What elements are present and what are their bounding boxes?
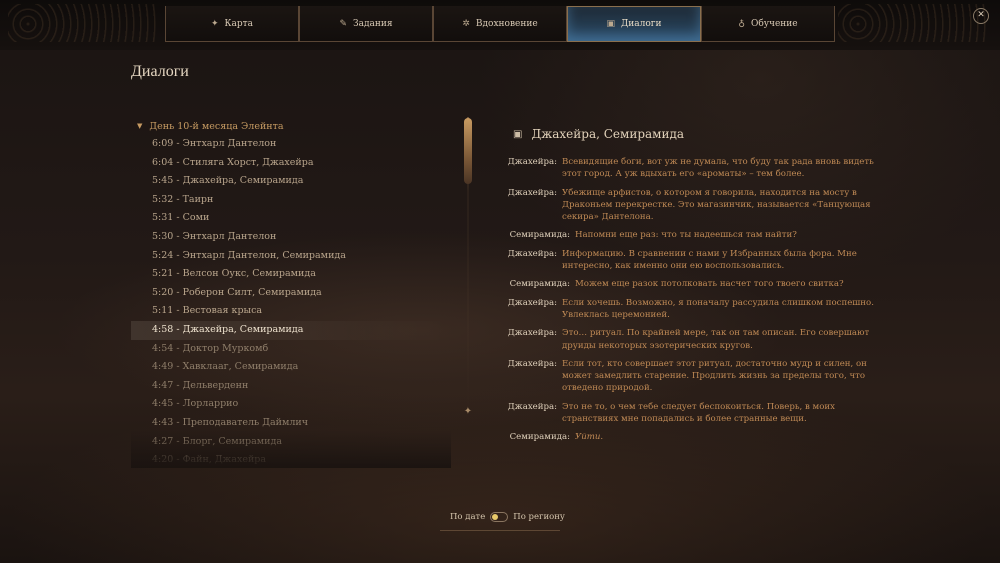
sort-by-region-label[interactable]: По региону (513, 512, 565, 522)
speaker-name: Семирамида: (509, 230, 570, 241)
tab-label: Задания (352, 18, 393, 29)
close-icon[interactable]: ✕ (973, 8, 989, 24)
line-text: Если хочешь. Возможно, я поначалу рассуд… (562, 297, 874, 320)
speaker-name: Джахейра: (507, 187, 557, 198)
day-group-header[interactable]: ▼ День 10-й месяца Элейнта (131, 117, 451, 135)
inspiration-icon: ✲ (462, 18, 470, 29)
speaker-name: Джахейра: (507, 358, 557, 369)
dialogue-entry[interactable]: 5:45 - Джахейра, Семирамида (131, 172, 451, 191)
nav-tabs: ✦ Карта ✎ Задания ✲ Вдохновение ▣ Диалог… (165, 6, 835, 46)
dialogue-entry[interactable]: 4:27 - Блорг, Семирамида (131, 433, 451, 452)
tab-map[interactable]: ✦ Карта (165, 6, 299, 42)
tab-label: Карта (224, 18, 253, 29)
dialogue-icon: ▣ (513, 128, 523, 140)
line-text: Напомни еще раз: что ты надеешься там на… (575, 230, 797, 241)
speaker-name: Джахейра: (507, 157, 557, 167)
dialogue-entry[interactable]: 4:49 - Хавклааг, Семирамида (131, 358, 451, 377)
dialogue-transcript: Джахейра: Всевидящие боги, вот уж не дума… (505, 156, 875, 450)
dialogue-entry[interactable]: 4:54 - Доктор Муркомб (131, 340, 451, 359)
speaker-name: Джахейра: (507, 328, 557, 339)
line-text: Всевидящие боги, вот уж не думала, что б… (562, 157, 874, 180)
dialogue-entry[interactable]: 6:04 - Стилягa Хорст, Джахейра (131, 154, 451, 173)
line-text: Можем еще разок потолковать насчет того … (575, 279, 844, 290)
tab-dialogues[interactable]: ▣ Диалоги (567, 6, 701, 42)
scrollbar-thumb[interactable] (464, 118, 472, 184)
speaker-name: Семирамида: (509, 432, 570, 443)
quill-icon: ✎ (339, 18, 347, 29)
speaker-name: Джахейра: (507, 297, 557, 308)
dialogue-line: Джахейра: Это… ритуал. По крайней мере, т… (505, 327, 875, 352)
dialogue-entry[interactable]: 5:21 - Велсон Оукс, Семирамида (131, 265, 451, 284)
dialogue-line: Джахейра: Информацию. В сравнении с нами … (505, 248, 875, 273)
tab-tutorial[interactable]: ♁ Обучение (701, 6, 835, 42)
tab-label: Диалоги (620, 19, 662, 29)
dialogue-entry[interactable]: 4:58 - Джахейра, Семирамида (131, 320, 451, 340)
dialogue-entry[interactable]: 5:30 - Энтхарл Дантелон (131, 228, 451, 247)
dialogue-line: Семирамида: Можем еще разок потолковать н… (505, 278, 875, 290)
bottom-ornament (440, 530, 560, 551)
line-text: Это не то, о чем тебе следует беспокоить… (562, 401, 835, 425)
dialogue-line: Джахейра: Всевидящие боги, вот уж не дума… (505, 156, 875, 181)
toggle-knob (492, 514, 499, 520)
speaker-name: Джахейра: (507, 248, 557, 259)
dialogue-entry[interactable]: 5:24 - Энтхарл Дантелон, Семирамида (131, 247, 451, 266)
sort-toggle[interactable] (490, 512, 509, 522)
dialogue-entry[interactable]: 4:43 - Преподаватель Даймлич (131, 414, 451, 433)
dialogue-entries: 6:09 - Энтхарл Дантелон 6:04 - Стилягa Хо… (131, 135, 451, 466)
dialogue-icon: ▣ (606, 19, 615, 29)
dialogue-entry[interactable]: 6:09 - Энтхарл Дантелон (131, 135, 451, 154)
dialogue-history-list: ▼ День 10-й месяца Элейнта 6:09 - Энтхар… (131, 117, 451, 466)
dialogue-header: ▣ Джахейра, Семирамида (513, 127, 684, 141)
dialogue-entry[interactable]: 5:32 - Таирн (131, 191, 451, 210)
chevron-down-icon: ▼ (137, 122, 143, 130)
line-text: Информацию. В сравнении с нами у Избранн… (562, 248, 857, 272)
line-text: Убежище арфистов, о котором я говорила, … (562, 187, 871, 223)
line-text: Если тот, кто совершает этот ритуал, дос… (562, 358, 867, 394)
tab-label: Обучение (750, 18, 798, 29)
speaker-name: Джахейра: (507, 401, 557, 412)
scroll-end-ornament-icon: ✦ (463, 406, 473, 417)
right-ornament (838, 4, 988, 42)
speaker-name: Семирамида: (509, 279, 570, 290)
dialogue-line: Джахейра: Убежище арфистов, о котором я г… (505, 187, 875, 224)
line-text: Это… ритуал. По крайней мере, так он там… (562, 328, 870, 351)
dialogue-entry[interactable]: 5:31 - Соми (131, 209, 451, 228)
dialogue-entry[interactable]: 5:11 - Вестовая крыса (131, 302, 451, 321)
sort-by-date-label[interactable]: По дате (450, 512, 485, 522)
page-title: Диалоги (131, 63, 189, 80)
sort-toggle-group: По дате По региону (450, 512, 565, 522)
dialogue-line: Джахейра: Если тот, кто совершает этот ри… (505, 358, 875, 395)
dialogue-entry[interactable]: 5:20 - Роберон Силт, Семирамида (131, 284, 451, 303)
tab-label: Вдохновение (475, 18, 538, 29)
dialogue-entry[interactable]: 4:45 - Лорларрио (131, 395, 451, 414)
line-text: Уйти. (575, 432, 604, 443)
dialogue-line: Семирамида: Уйти. (505, 431, 875, 443)
tab-inspiration[interactable]: ✲ Вдохновение (433, 6, 567, 42)
dialogue-entry[interactable]: 4:47 - Дельверденн (131, 377, 451, 396)
tab-quests[interactable]: ✎ Задания (299, 6, 433, 42)
left-ornament (8, 4, 158, 42)
dialogue-entry[interactable]: 4:20 - Файн, Джахейра (131, 451, 451, 466)
top-navigation-bar: ✦ Карта ✎ Задания ✲ Вдохновение ▣ Диалог… (0, 0, 1000, 50)
dialogue-line: Джахейра: Это не то, о чем тебе следует б… (505, 401, 875, 426)
dialogue-line: Семирамида: Напомни еще раз: что ты надее… (505, 229, 875, 241)
tutorial-icon: ♁ (738, 18, 745, 29)
compass-icon: ✦ (211, 18, 219, 29)
dialogue-line: Джахейра: Если хочешь. Возможно, я понача… (505, 297, 875, 322)
day-group-label: День 10-й месяца Элейнта (149, 120, 284, 132)
dialogue-title: Джахейра, Семирамида (531, 127, 685, 141)
